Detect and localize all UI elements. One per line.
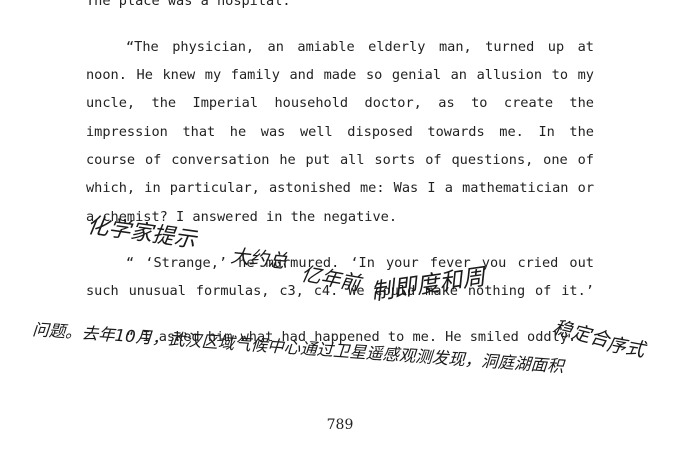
text-line-7: which, in particular, astonished me: Was… — [86, 180, 594, 196]
page-number: 789 — [326, 417, 354, 433]
text-line-9: “ ‘Strange,’ he murmured. ‘In your fever… — [126, 255, 594, 271]
document-page: The place was a hospital. “The physician… — [0, 0, 680, 467]
text-line-1: The place was a hospital. — [86, 0, 291, 9]
text-line-11: “ I asked him what had happened to me. H… — [126, 329, 577, 345]
text-line-5: impression that he was well disposed tow… — [86, 124, 594, 140]
text-line-8: a chemist? I answered in the negative. — [86, 209, 397, 225]
handwritten-note-6: 序式 — [605, 333, 649, 362]
text-line-2: “The physician, an amiable elderly man, … — [126, 39, 594, 55]
text-line-3: noon. He knew my family and made so geni… — [86, 67, 594, 83]
text-line-6: course of conversation he put all sorts … — [86, 152, 594, 168]
text-line-10: such unusual formulas, c3, c4. We could … — [86, 283, 594, 299]
text-line-4: uncle, the Imperial household doctor, as… — [86, 95, 594, 111]
